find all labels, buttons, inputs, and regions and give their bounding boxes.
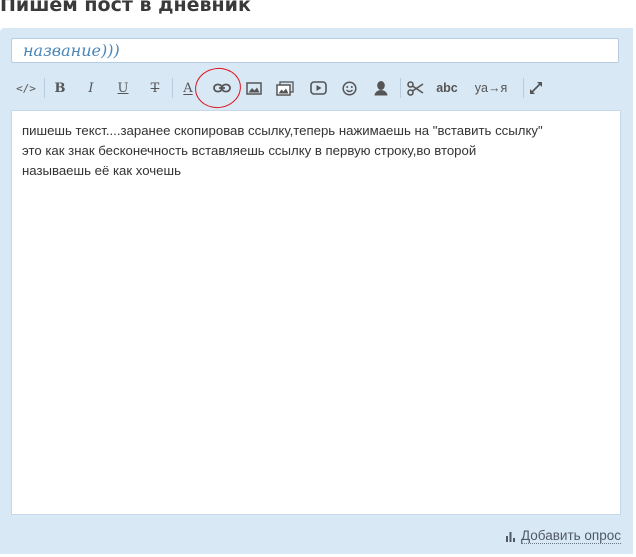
italic-button[interactable]: I: [78, 75, 104, 101]
font-color-button[interactable]: A: [175, 75, 201, 101]
toolbar-divider: [400, 78, 401, 98]
add-poll-link[interactable]: Добавить опрос: [506, 528, 621, 544]
source-code-button[interactable]: </>: [13, 75, 39, 101]
underline-button[interactable]: U: [110, 75, 136, 101]
page: Пишем пост в дневник </> B I U T A: [0, 0, 636, 557]
translit-icon: ya→я: [474, 81, 508, 95]
bold-icon: B: [54, 80, 66, 96]
video-icon: [309, 81, 327, 95]
spellcheck-button[interactable]: abc: [433, 75, 461, 101]
insert-link-button[interactable]: [209, 75, 235, 101]
body-text-line: пишешь текст....заранее скопировав ссылк…: [22, 123, 543, 138]
cut-icon: [406, 80, 423, 96]
page-title: Пишем пост в дневник: [0, 0, 251, 16]
add-poll-label: Добавить опрос: [521, 528, 621, 544]
insert-video-button[interactable]: [305, 75, 331, 101]
italic-icon: I: [88, 80, 94, 96]
post-title-input[interactable]: [11, 38, 619, 63]
strikethrough-button[interactable]: T: [142, 75, 168, 101]
code-icon: </>: [16, 81, 36, 95]
body-text-line: это как знак бесконечность вставляешь сс…: [22, 143, 477, 158]
cut-button[interactable]: [402, 75, 428, 101]
toolbar-divider: [44, 78, 45, 98]
poll-chart-icon: [506, 530, 515, 542]
image-icon: [246, 81, 262, 95]
body-text-line: называешь её как хочешь: [22, 163, 181, 178]
user-icon: [374, 81, 388, 96]
translit-button[interactable]: ya→я: [470, 75, 512, 101]
fullscreen-button[interactable]: [523, 75, 549, 101]
insert-smiley-button[interactable]: [336, 75, 362, 101]
post-body-editor[interactable]: пишешь текст....заранее скопировав ссылк…: [11, 110, 621, 515]
gallery-icon: [276, 80, 294, 96]
insert-user-button[interactable]: [368, 75, 394, 101]
insert-image-button[interactable]: [241, 75, 267, 101]
spellcheck-icon: abc: [436, 81, 458, 95]
fullscreen-icon: [530, 82, 542, 94]
underline-icon: U: [117, 80, 129, 96]
bold-button[interactable]: B: [47, 75, 73, 101]
font-color-icon: A: [183, 80, 193, 96]
smiley-icon: [341, 80, 357, 96]
strikethrough-icon: T: [150, 80, 160, 96]
insert-gallery-button[interactable]: [272, 75, 298, 101]
editor-panel: </> B I U T A: [0, 28, 633, 554]
link-icon: [213, 83, 231, 93]
toolbar-divider: [172, 78, 173, 98]
editor-toolbar: </> B I U T A abc ya→я: [11, 72, 621, 106]
